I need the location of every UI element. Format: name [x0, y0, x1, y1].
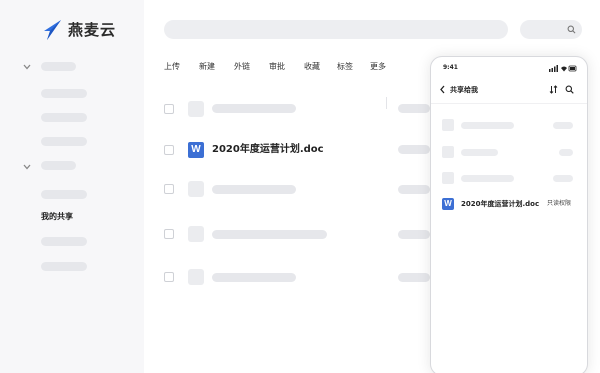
- file-meta-placeholder: [398, 185, 430, 194]
- file-name-placeholder: [212, 104, 296, 113]
- sidebar: 燕麦云 我的共享: [0, 0, 144, 373]
- tag-button[interactable]: 标签: [337, 61, 353, 73]
- file-name-placeholder: [212, 273, 296, 282]
- more-button[interactable]: 更多: [370, 61, 386, 73]
- sidebar-group-placeholder[interactable]: [41, 62, 76, 71]
- search-input[interactable]: [164, 20, 508, 39]
- row-checkbox[interactable]: [164, 184, 174, 194]
- chevron-down-icon[interactable]: [22, 162, 32, 172]
- sidebar-group-placeholder[interactable]: [41, 161, 76, 170]
- sidebar-item-my-share[interactable]: 我的共享: [41, 211, 73, 223]
- phone-row-icon-placeholder: [442, 119, 454, 131]
- external-link-button[interactable]: 外链: [234, 61, 250, 73]
- phone-row-meta-placeholder: [559, 149, 573, 156]
- search-icon: [567, 25, 576, 34]
- row-checkbox[interactable]: [164, 272, 174, 282]
- logo-icon: [44, 20, 61, 40]
- file-name-placeholder: [212, 185, 296, 194]
- phone-row-meta-placeholder: [553, 122, 573, 129]
- header-divider: [431, 103, 587, 104]
- search-icon[interactable]: [565, 85, 574, 94]
- sort-icon[interactable]: [549, 85, 558, 94]
- row-checkbox[interactable]: [164, 229, 174, 239]
- search-button[interactable]: [520, 20, 582, 39]
- file-meta-placeholder: [398, 273, 430, 282]
- upload-button[interactable]: 上传: [164, 61, 180, 73]
- brand-name: 燕麦云: [68, 21, 117, 39]
- phone-row-name-placeholder: [461, 175, 514, 182]
- sidebar-item-placeholder[interactable]: [41, 113, 87, 122]
- sidebar-item-placeholder[interactable]: [41, 89, 87, 98]
- word-doc-icon: W: [188, 142, 204, 158]
- sidebar-item-placeholder[interactable]: [41, 262, 87, 271]
- phone-row-meta-placeholder: [553, 175, 573, 182]
- back-icon[interactable]: [439, 85, 446, 94]
- sidebar-item-placeholder[interactable]: [41, 190, 87, 199]
- file-name[interactable]: 2020年度运营计划.doc: [212, 143, 324, 157]
- row-checkbox[interactable]: [164, 145, 174, 155]
- status-bar-icons: [549, 65, 577, 72]
- new-button[interactable]: 新建: [199, 61, 215, 73]
- phone-page-title: 共享给我: [450, 86, 478, 94]
- phone-file-name[interactable]: 2020年度运营计划.doc: [461, 199, 539, 209]
- file-meta-placeholder: [398, 145, 430, 154]
- permission-label: 只读权限: [547, 200, 572, 207]
- row-checkbox[interactable]: [164, 104, 174, 114]
- sidebar-item-placeholder[interactable]: [41, 237, 87, 246]
- word-doc-icon: W: [442, 198, 454, 210]
- phone-time: 9:41: [443, 64, 458, 71]
- sidebar-item-placeholder[interactable]: [41, 137, 87, 146]
- column-divider: [386, 97, 387, 109]
- phone-row-icon-placeholder: [442, 172, 454, 184]
- file-icon-placeholder: [188, 101, 204, 117]
- file-name-placeholder: [212, 230, 327, 239]
- app-window: 燕麦云 我的共享 上传 新建 外链 审批 收藏 标签 更多 W 2020年度运营…: [0, 0, 600, 373]
- file-icon-placeholder: [188, 181, 204, 197]
- phone-row-name-placeholder: [461, 149, 498, 156]
- favorite-button[interactable]: 收藏: [304, 61, 320, 73]
- file-meta-placeholder: [398, 104, 430, 113]
- chevron-down-icon[interactable]: [22, 62, 32, 72]
- file-icon-placeholder: [188, 269, 204, 285]
- approval-button[interactable]: 审批: [269, 61, 285, 73]
- phone-row-icon-placeholder: [442, 146, 454, 158]
- file-icon-placeholder: [188, 226, 204, 242]
- phone-mockup: 9:41 共享给我 W 2020年度运营计划.doc 只读权限: [430, 56, 588, 373]
- phone-row-name-placeholder: [461, 122, 514, 129]
- file-meta-placeholder: [398, 230, 430, 239]
